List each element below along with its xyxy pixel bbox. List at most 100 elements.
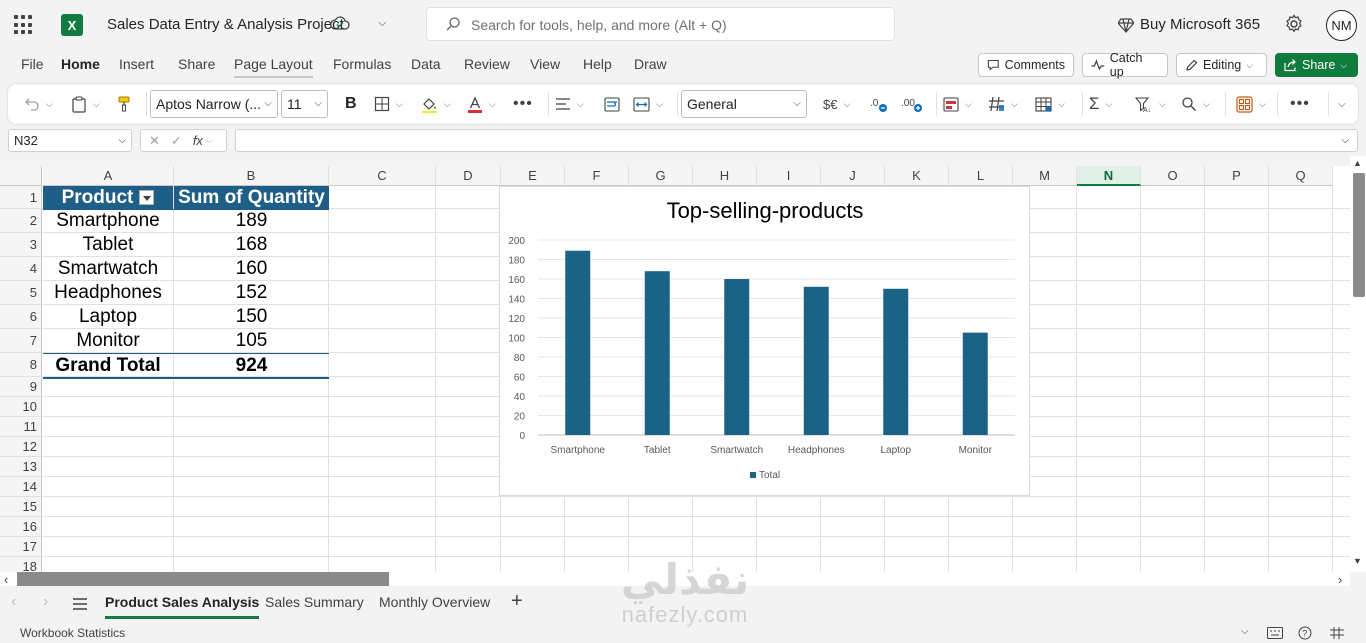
tab-share[interactable]: Share	[178, 56, 215, 72]
font-name-select[interactable]: Aptos Narrow (... ⌵	[150, 90, 278, 118]
cloud-saved-icon[interactable]	[330, 14, 350, 34]
column-header-b[interactable]: B	[174, 166, 329, 186]
add-ins-button[interactable]: ⌵	[1236, 94, 1266, 114]
bar-chart[interactable]: Top-selling-products 0 20 40 60 80 100 120 140 16…	[499, 186, 1030, 496]
pivot-header-product[interactable]: Product	[43, 186, 173, 209]
increase-decimal-button[interactable]: .00	[901, 94, 923, 114]
sort-filter-button[interactable]: A↓ ⌵	[1135, 94, 1166, 114]
row-header-8[interactable]: 8	[0, 353, 42, 377]
fill-color-button[interactable]: ⌵	[421, 94, 451, 114]
title-chevron-down-icon[interactable]: ⌵	[378, 17, 386, 30]
help-question-icon[interactable]: ?	[1298, 626, 1312, 640]
column-header-k[interactable]: K	[885, 166, 949, 186]
name-box[interactable]: N32 ⌵	[8, 129, 132, 152]
scroll-down-icon[interactable]: ▼	[1353, 556, 1362, 566]
pivot-row-quantity[interactable]: 160	[174, 257, 329, 281]
scroll-up-icon[interactable]: ▲	[1353, 158, 1362, 168]
row-header-17[interactable]: 17	[0, 537, 42, 557]
search-box[interactable]	[426, 7, 895, 41]
format-as-table-button[interactable]: ⌵	[988, 94, 1018, 114]
pivot-row-product[interactable]: Smartphone	[43, 209, 173, 233]
pivot-row-product[interactable]: Laptop	[43, 305, 173, 329]
conditional-formatting-button[interactable]: ⌵	[943, 94, 972, 114]
number-format-select[interactable]: General ⌵	[681, 90, 807, 118]
row-header-13[interactable]: 13	[0, 457, 42, 477]
cell-styles-button[interactable]: ⌵	[1035, 94, 1065, 114]
merge-button[interactable]: ⌵	[633, 94, 663, 114]
editing-mode-button[interactable]: Editing ⌵	[1176, 53, 1267, 77]
sheet-tab-monthly-overview[interactable]: Monthly Overview	[379, 594, 490, 610]
search-input[interactable]	[471, 14, 881, 36]
row-header-14[interactable]: 14	[0, 477, 42, 497]
column-header-e[interactable]: E	[501, 166, 565, 186]
pivot-row-quantity[interactable]: 105	[174, 329, 329, 353]
row-header-16[interactable]: 16	[0, 517, 42, 537]
font-size-select[interactable]: 11 ⌵	[281, 90, 328, 118]
spreadsheet-grid[interactable]: ABCDEFGHIJKLMNOPQ 1 2 3 4 5 6 7 8 9 10 11 12 13 14 15 1…	[0, 166, 1350, 572]
row-header-3[interactable]: 3	[0, 233, 42, 257]
tab-home[interactable]: Home	[61, 56, 100, 72]
scroll-right-icon[interactable]: ›	[1338, 572, 1342, 587]
row-header-2[interactable]: 2	[0, 209, 42, 233]
scroll-left-icon[interactable]: ‹	[4, 572, 8, 587]
pivot-total-label[interactable]: Grand Total	[43, 354, 173, 377]
pivot-row-quantity[interactable]: 168	[174, 233, 329, 257]
align-button[interactable]: ⌵	[555, 94, 584, 114]
add-sheet-plus-icon[interactable]: +	[511, 590, 523, 613]
currency-format-button[interactable]: $€ ⌵	[823, 94, 850, 114]
share-button[interactable]: Share ⌵	[1275, 53, 1358, 77]
decrease-decimal-button[interactable]: .0	[870, 94, 888, 114]
row-header-6[interactable]: 6	[0, 305, 42, 329]
row-header-9[interactable]: 9	[0, 377, 42, 397]
more-font-options-icon[interactable]: •••	[513, 94, 533, 114]
column-header-c[interactable]: C	[329, 166, 436, 186]
column-header-f[interactable]: F	[565, 166, 629, 186]
wrap-text-button[interactable]	[604, 94, 620, 114]
row-header-1[interactable]: 1	[0, 186, 42, 209]
row-header-5[interactable]: 5	[0, 281, 42, 305]
column-header-n[interactable]: N	[1077, 166, 1141, 186]
pivot-row-product[interactable]: Headphones	[43, 281, 173, 305]
vertical-scrollbar[interactable]: ▲ ▼	[1350, 156, 1366, 572]
tab-help[interactable]: Help	[583, 56, 612, 72]
tab-review[interactable]: Review	[464, 56, 510, 72]
pivot-row-quantity[interactable]: 150	[174, 305, 329, 329]
prev-sheet-chevron-left-icon[interactable]: ‹	[11, 593, 16, 611]
column-header-h[interactable]: H	[693, 166, 757, 186]
workbook-statistics-button[interactable]: Workbook Statistics	[20, 626, 125, 640]
pivot-row-product[interactable]: Monitor	[43, 329, 173, 353]
avatar[interactable]: NM	[1326, 10, 1357, 41]
pivot-row-product[interactable]: Tablet	[43, 233, 173, 257]
column-header-a[interactable]: A	[43, 166, 174, 186]
row-header-15[interactable]: 15	[0, 497, 42, 517]
pivot-row-quantity[interactable]: 152	[174, 281, 329, 305]
tab-draw[interactable]: Draw	[634, 56, 667, 72]
column-header-i[interactable]: I	[757, 166, 821, 186]
status-chevron-down-icon[interactable]: ⌵	[1241, 626, 1249, 637]
undo-button[interactable]: ⌵	[24, 94, 53, 114]
autosum-button[interactable]: Σ ⌵	[1089, 94, 1112, 114]
expand-ribbon-chevron-down-icon[interactable]: ⌵	[1338, 94, 1346, 114]
pivot-row-quantity[interactable]: 189	[174, 209, 329, 233]
row-header-10[interactable]: 10	[0, 397, 42, 417]
confirm-check-icon[interactable]: ✓	[171, 133, 182, 149]
pivot-row-product[interactable]: Smartwatch	[43, 257, 173, 281]
feedback-grid-icon[interactable]	[1329, 626, 1345, 640]
borders-button[interactable]: ⌵	[374, 94, 403, 114]
tab-data[interactable]: Data	[411, 56, 441, 72]
pivot-total-value[interactable]: 924	[174, 354, 329, 377]
vertical-scroll-thumb[interactable]	[1353, 173, 1365, 297]
insert-function-button[interactable]: fx	[193, 133, 203, 148]
sheet-tab-sales-summary[interactable]: Sales Summary	[265, 594, 364, 610]
catch-up-button[interactable]: Catch up	[1082, 51, 1168, 79]
tab-insert[interactable]: Insert	[119, 56, 154, 72]
bold-button[interactable]: B	[345, 94, 357, 114]
app-launcher-icon[interactable]	[14, 15, 34, 35]
column-header-j[interactable]: J	[821, 166, 885, 186]
pivot-header-quantity[interactable]: Sum of Quantity	[174, 186, 329, 209]
row-header-12[interactable]: 12	[0, 437, 42, 457]
gear-icon[interactable]	[1284, 14, 1304, 34]
horizontal-scroll-thumb[interactable]	[17, 572, 389, 586]
buy-microsoft-365-button[interactable]: Buy Microsoft 365	[1118, 16, 1260, 33]
paste-button[interactable]: ⌵	[71, 94, 100, 114]
